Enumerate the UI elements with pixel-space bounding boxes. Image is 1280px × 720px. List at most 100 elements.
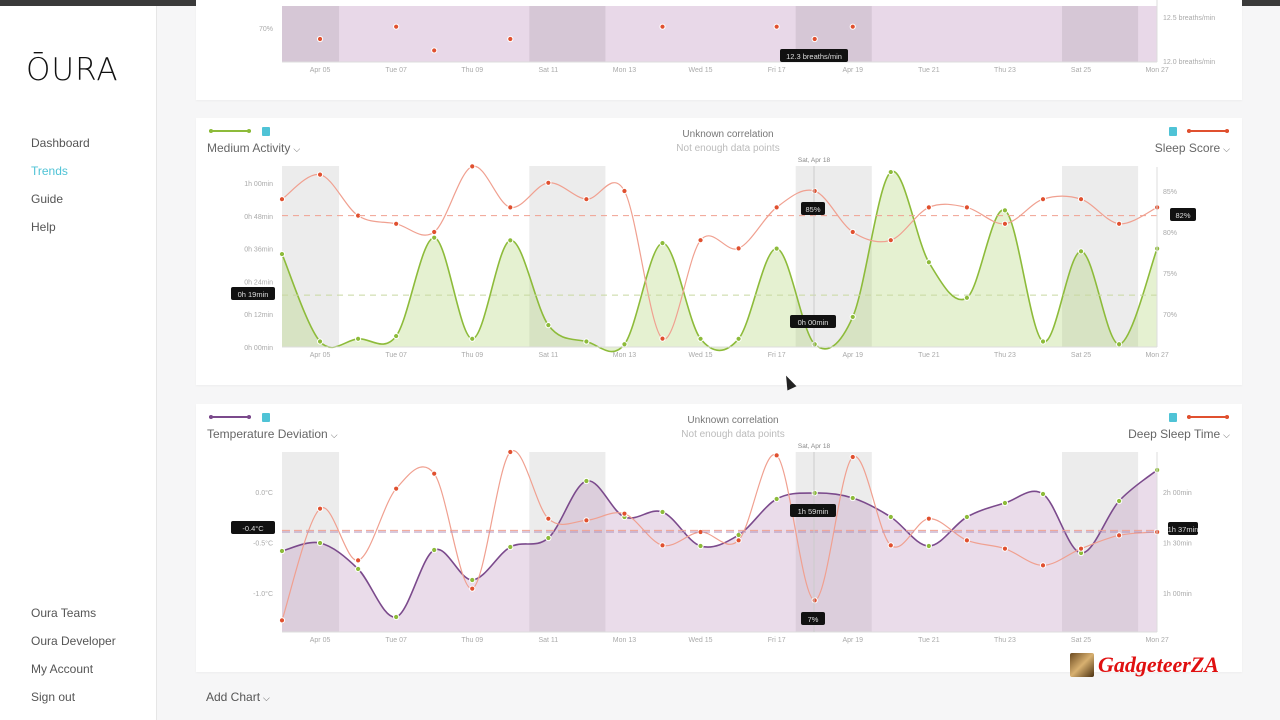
x-tick-label: Tue 21 bbox=[918, 637, 940, 644]
sleep-score-point bbox=[316, 171, 324, 178]
deep-sleep-time-point bbox=[925, 515, 932, 522]
right-tick-label: 70% bbox=[1163, 312, 1177, 319]
deep-sleep-time-point bbox=[1116, 532, 1123, 539]
hover-date: Sat, Apr 18 bbox=[798, 157, 831, 164]
medium-activity-point bbox=[1039, 338, 1047, 345]
respiratory-point bbox=[507, 35, 514, 43]
temperature-deviation-point bbox=[925, 542, 932, 550]
respiratory-point bbox=[316, 35, 324, 43]
x-tick-label: Apr 19 bbox=[842, 67, 863, 74]
right-tick-label: 2h 00min bbox=[1163, 490, 1192, 497]
temperature-deviation-point bbox=[963, 513, 971, 521]
temperature-deviation-point bbox=[849, 494, 856, 502]
sleep-score-point bbox=[469, 163, 476, 170]
x-tick-label: Apr 05 bbox=[310, 637, 331, 644]
sleep-score-point bbox=[849, 228, 856, 236]
sleep-score-point bbox=[545, 179, 552, 186]
left-tick-label: -1.0°C bbox=[253, 590, 273, 598]
deep-sleep-time-point bbox=[1077, 545, 1085, 552]
x-tick-label: Tue 07 bbox=[385, 637, 407, 644]
sleep-score-point bbox=[393, 220, 400, 227]
deep-sleep-time-point bbox=[393, 485, 400, 492]
deep-sleep-time-point bbox=[507, 448, 514, 456]
add-chart-button[interactable]: Add Chart ⌵ bbox=[206, 690, 270, 704]
x-tick-label: Sat 11 bbox=[538, 352, 558, 359]
temperature-deviation-point bbox=[431, 546, 438, 554]
medium-activity-point bbox=[583, 338, 590, 345]
medium-activity-point bbox=[811, 341, 818, 348]
deep-sleep-time-point bbox=[278, 617, 286, 624]
respiratory-point bbox=[659, 23, 666, 30]
left-tick-label: 70% bbox=[259, 26, 273, 33]
x-tick-label: Apr 05 bbox=[310, 67, 331, 74]
x-tick-label: Fri 17 bbox=[768, 67, 786, 74]
temperature-deviation-point bbox=[659, 508, 666, 516]
weekend-band bbox=[1062, 6, 1139, 62]
medium-activity-point bbox=[925, 259, 932, 266]
deep-sleep-time-point bbox=[583, 517, 590, 524]
add-chart-label: Add Chart bbox=[206, 690, 261, 704]
sleep-score-point bbox=[431, 228, 438, 236]
deep-sleep-time-point bbox=[621, 510, 628, 517]
sleep-score-point bbox=[1077, 196, 1085, 203]
right-tick-label: 1h 30min bbox=[1163, 541, 1192, 548]
sleep-score-point bbox=[507, 204, 514, 211]
plot-area-fill bbox=[282, 6, 1157, 62]
temperature-deviation-point bbox=[811, 489, 818, 497]
x-tick-label: Thu 09 bbox=[461, 352, 483, 359]
x-tick-label: Sat 25 bbox=[1071, 637, 1091, 644]
right-average-badge: 82% bbox=[1175, 211, 1190, 220]
x-tick-label: Apr 19 bbox=[842, 352, 863, 359]
temperature-deviation-point bbox=[545, 534, 552, 542]
x-tick-label: Sat 11 bbox=[538, 67, 558, 74]
hover-date: Sat, Apr 18 bbox=[798, 443, 831, 450]
medium-activity-point bbox=[963, 294, 971, 301]
deep-sleep-time-point bbox=[1039, 562, 1047, 569]
sleep-score-point bbox=[811, 187, 818, 195]
sleep-score-point bbox=[735, 245, 742, 252]
medium-activity-point bbox=[1077, 248, 1085, 255]
trend-charts[interactable]: 70% 12.5 breaths/min 12.0 breaths/min Apr 0… bbox=[0, 0, 1280, 720]
medium-activity-point bbox=[1001, 207, 1009, 214]
x-tick-label: Wed 15 bbox=[689, 67, 713, 74]
deep-sleep-time-point bbox=[545, 515, 552, 522]
left-tick-label: 0h 48min bbox=[244, 214, 273, 221]
x-tick-label: Tue 21 bbox=[918, 67, 940, 74]
sleep-score-point bbox=[773, 204, 780, 211]
medium-activity-point bbox=[849, 313, 856, 321]
temperature-deviation-point bbox=[697, 542, 704, 550]
deep-sleep-time-point bbox=[811, 597, 818, 604]
x-tick-label: Sat 11 bbox=[538, 637, 558, 644]
medium-activity-point bbox=[545, 322, 552, 329]
medium-activity-point bbox=[773, 245, 780, 252]
hover-tooltip: 12.3 breaths/min bbox=[786, 52, 842, 61]
left-tick-label: 0h 36min bbox=[244, 247, 273, 254]
temperature-deviation-area bbox=[282, 470, 1158, 632]
sleep-score-point bbox=[583, 196, 590, 203]
right-tick-label: 75% bbox=[1163, 271, 1177, 278]
left-tick-label: 0h 00min bbox=[244, 345, 273, 352]
hover-left-value: 1h 59min bbox=[798, 507, 829, 516]
medium-activity-point bbox=[355, 335, 362, 342]
medium-activity-point bbox=[659, 240, 666, 247]
x-tick-label: Apr 19 bbox=[842, 637, 863, 644]
x-tick-label: Mon 13 bbox=[613, 67, 636, 74]
respiratory-point bbox=[431, 47, 438, 54]
respiratory-point bbox=[849, 23, 856, 30]
sleep-score-point bbox=[963, 204, 971, 211]
deep-sleep-time-point bbox=[735, 537, 742, 544]
deep-sleep-time-point bbox=[849, 453, 856, 461]
medium-activity-area bbox=[282, 171, 1158, 352]
medium-activity-point bbox=[697, 335, 704, 342]
x-tick-label: Mon 27 bbox=[1145, 352, 1168, 359]
medium-activity-point bbox=[887, 168, 894, 176]
temperature-deviation-point bbox=[393, 613, 400, 621]
temperature-deviation-point bbox=[469, 576, 476, 584]
respiratory-point bbox=[393, 23, 400, 30]
x-tick-label: Fri 17 bbox=[768, 637, 786, 644]
medium-activity-point bbox=[431, 234, 438, 241]
x-tick-label: Sat 25 bbox=[1071, 352, 1091, 359]
right-tick-label: 1h 00min bbox=[1163, 591, 1192, 598]
temperature-deviation-point bbox=[355, 565, 362, 573]
chevron-down-icon: ⌵ bbox=[263, 693, 270, 703]
